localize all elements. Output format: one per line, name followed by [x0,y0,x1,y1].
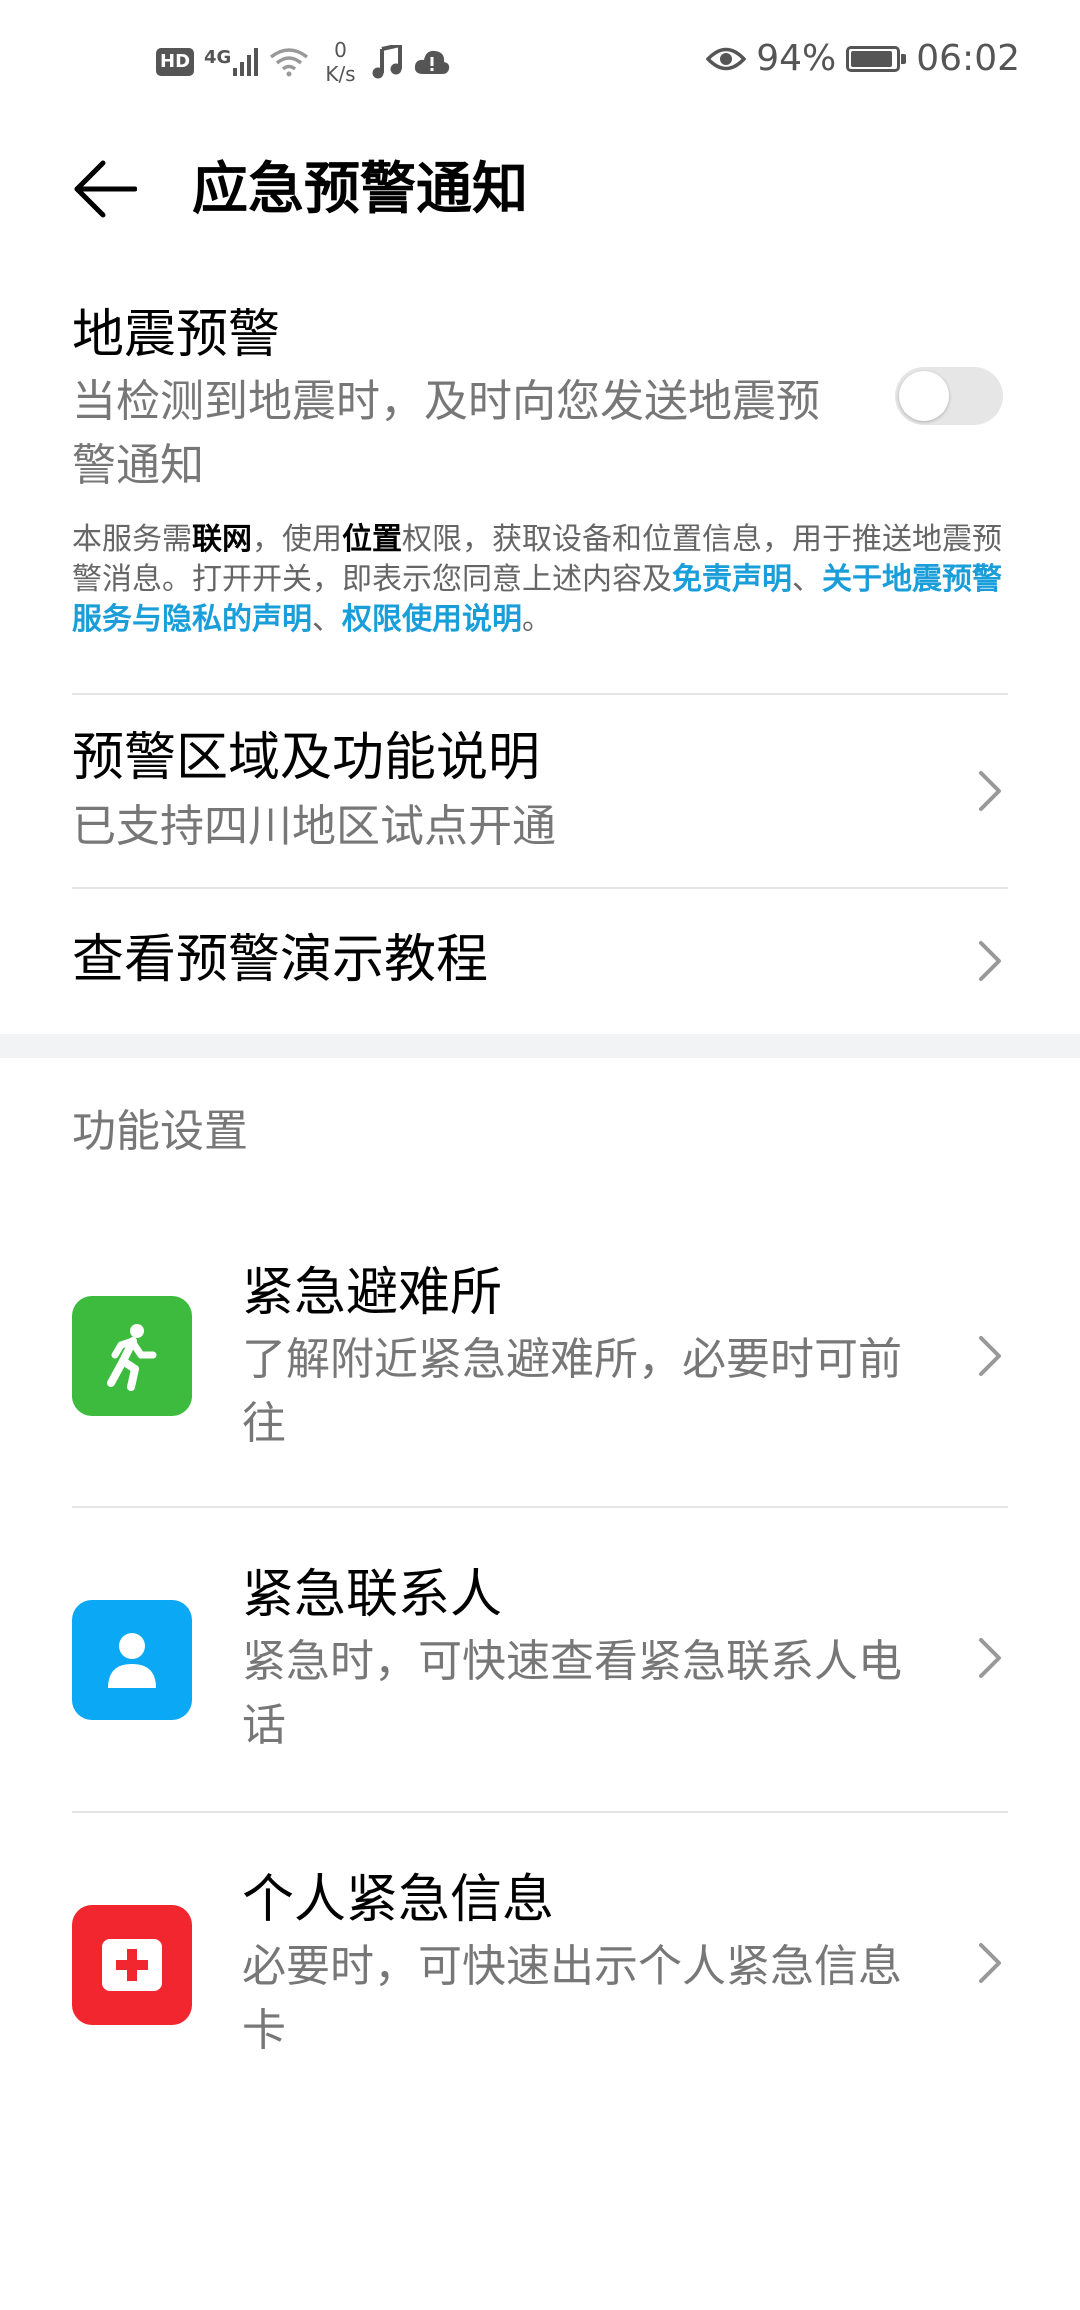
page-title: 应急预警通知 [192,157,528,222]
earthquake-description: 当检测到地震时，及时向您发送地震预警通知 [72,376,820,491]
network-type: 4G [204,47,232,68]
shelter-description: 了解附近紧急避难所，必要时可前往 [242,1334,902,1449]
shelter-icon-tile [72,1296,192,1416]
personal-info-text: 个人紧急信息 必要时，可快速出示个人紧急信息卡 [242,1867,922,2063]
disclaimer-link[interactable]: 免责声明 [672,562,792,597]
notice-text: 本服务需 [72,522,192,557]
personal-emergency-info-row[interactable]: 个人紧急信息 必要时，可快速出示个人紧急信息卡 [0,1813,1080,2113]
permission-info-link[interactable]: 权限使用说明 [342,602,522,637]
chevron-right-icon [979,1336,1001,1376]
personal-info-description: 必要时，可快速出示个人紧急信息卡 [242,1941,902,2056]
contacts-icon-tile [72,1600,192,1720]
notice-separator: 、 [312,602,342,637]
speed-unit: K/s [325,62,356,86]
back-arrow-icon [74,160,137,218]
region-description: 已支持四川地区试点开通 [72,801,556,852]
shelter-title: 紧急避难所 [242,1263,503,1323]
contacts-description: 紧急时，可快速查看紧急联系人电话 [242,1636,902,1751]
chevron-right-icon [979,941,1001,981]
personal-info-icon-tile [72,1905,192,2025]
notice-separator: 、 [792,562,822,597]
emergency-shelter-row[interactable]: 紧急避难所 了解附近紧急避难所，必要时可前往 [0,1220,1080,1504]
battery-percent: 94% [756,38,837,79]
speed-value: 0 [334,38,347,62]
status-bar: HD 4G 0 K/s 94% 06:02 [0,0,1080,120]
earthquake-warning-toggle[interactable] [895,367,1003,425]
running-person-icon [107,1324,157,1391]
tutorial-row[interactable]: 查看预警演示教程 [0,889,1080,1033]
contacts-title: 紧急联系人 [242,1565,503,1625]
chevron-right-icon [979,771,1001,811]
signal-icon: 4G [204,48,259,76]
contacts-text: 紧急联系人 紧急时，可快速查看紧急联系人电话 [242,1562,922,1758]
region-text: 预警区域及功能说明 已支持四川地区试点开通 [72,725,1008,859]
chevron-right-icon [979,1638,1001,1678]
region-title: 预警区域及功能说明 [72,728,541,788]
chevron-right-icon [979,1943,1001,1983]
earthquake-title: 地震预警 [72,305,281,365]
battery-level [851,50,893,67]
region-info-row[interactable]: 预警区域及功能说明 已支持四川地区试点开通 [0,695,1080,887]
personal-info-title: 个人紧急信息 [242,1870,555,1930]
earthquake-notice: 本服务需联网，使用位置权限，获取设备和位置信息，用于推送地震预警消息。打开开关，… [72,520,1008,640]
battery-icon [846,45,907,72]
notice-text: ，使用 [252,522,342,557]
wifi-icon [270,48,309,77]
music-icon [372,45,402,79]
notice-network: 联网 [192,522,252,557]
contact-person-icon [108,1633,156,1688]
status-left: HD 4G 0 K/s [156,38,450,86]
cloud-icon [414,50,449,74]
emergency-contacts-row[interactable]: 紧急联系人 紧急时，可快速查看紧急联系人电话 [0,1508,1080,1810]
back-button[interactable] [60,144,150,234]
settings-section-header: 功能设置 [72,1106,248,1157]
network-speed: 0 K/s [325,38,355,86]
clock: 06:02 [916,38,1020,79]
hd-icon: HD [156,48,195,76]
section-gap [0,1034,1080,1058]
shelter-text: 紧急避难所 了解附近紧急避难所，必要时可前往 [242,1260,922,1456]
medical-cross-icon [102,1939,162,1991]
notice-location: 位置 [342,522,402,557]
eye-icon [706,47,747,70]
tutorial-title: 查看预警演示教程 [72,930,489,990]
app-bar: 应急预警通知 [0,130,1080,250]
toggle-knob [899,371,949,421]
notice-end: 。 [522,602,552,637]
status-right: 94% 06:02 [706,38,1020,79]
earthquake-warning-section: 地震预警 当检测到地震时，及时向您发送地震预警通知 本服务需联网，使用位置权限，… [72,302,1008,640]
